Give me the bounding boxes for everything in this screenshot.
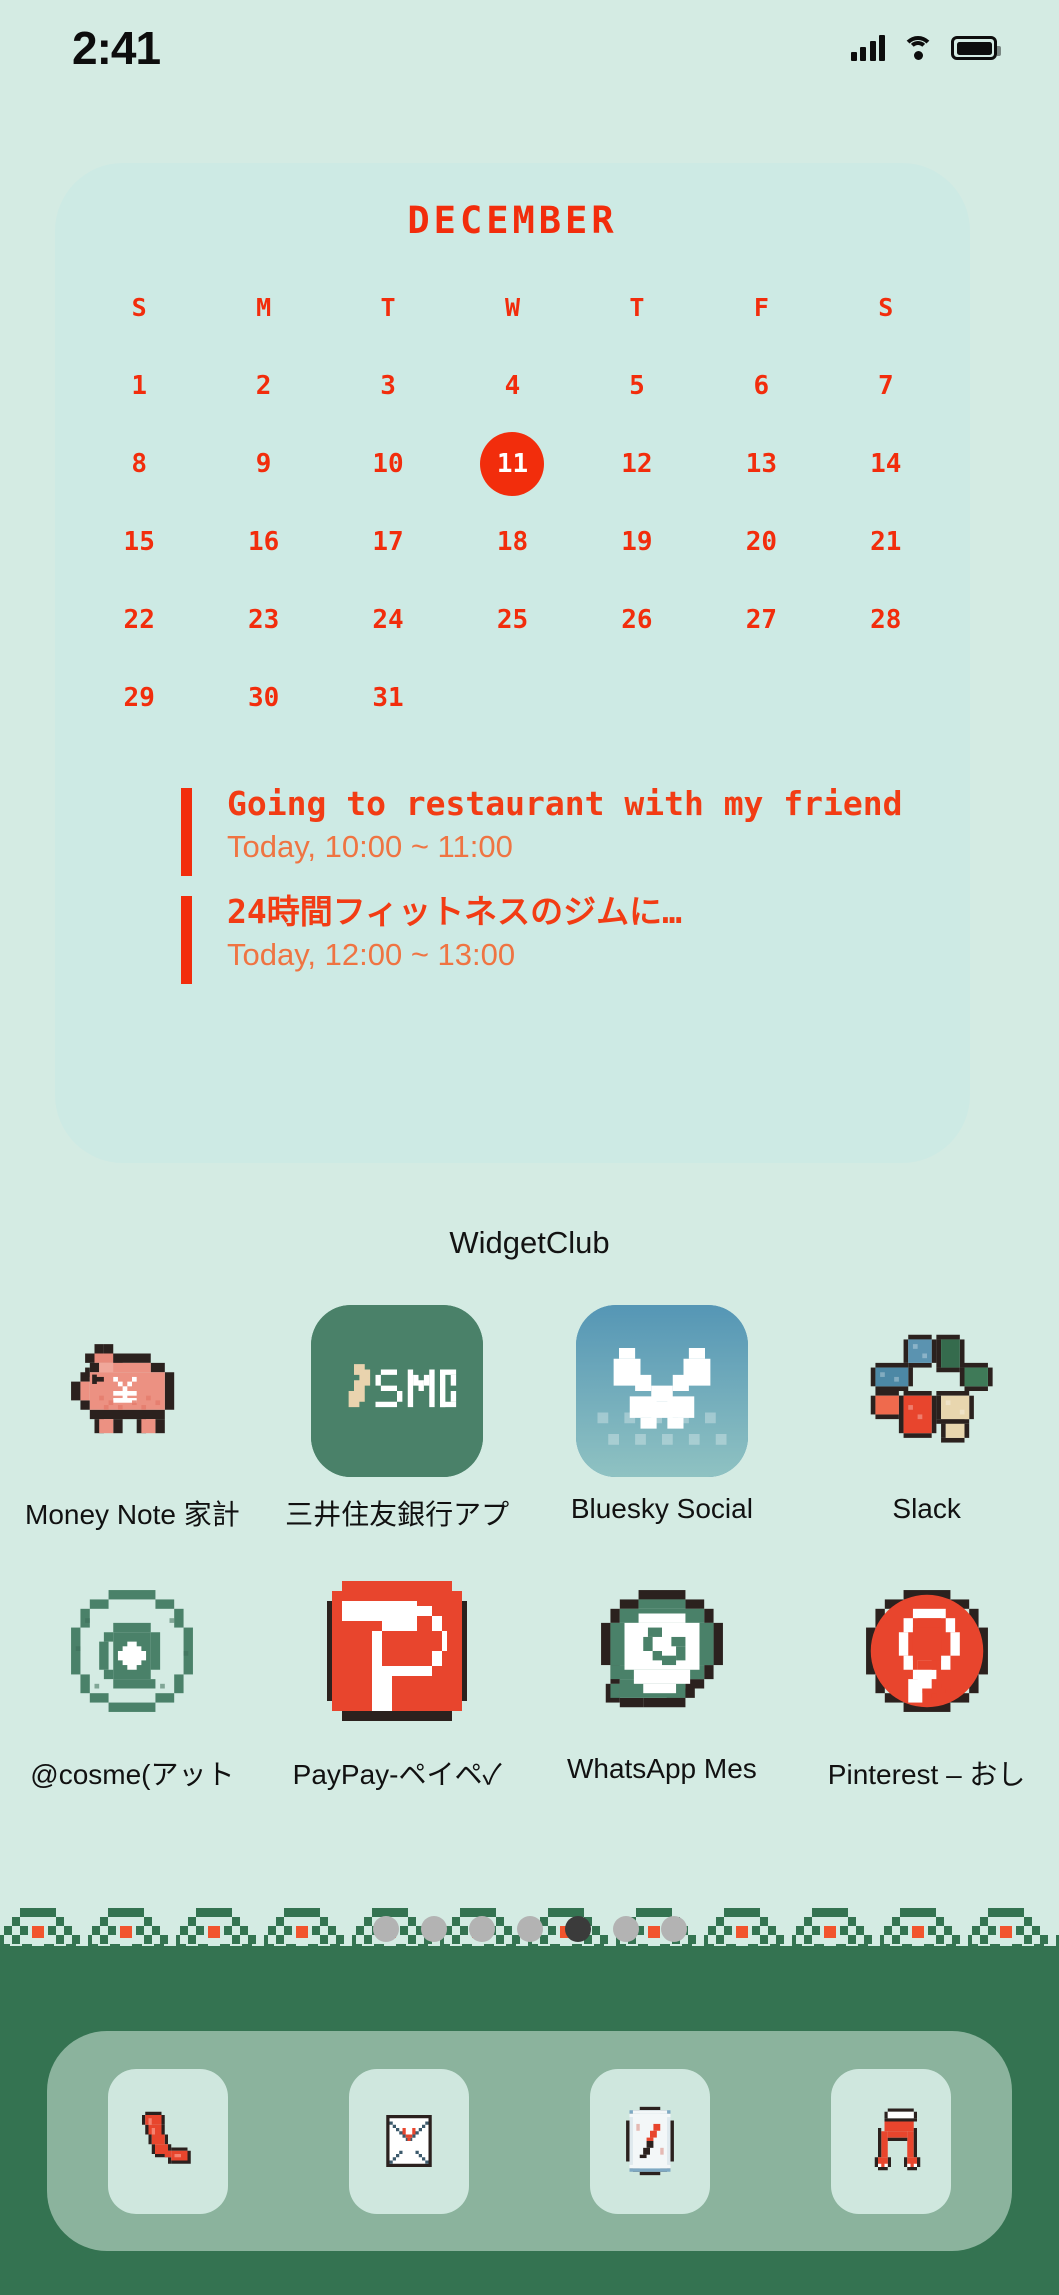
app-label: Slack — [892, 1493, 961, 1524]
calendar-day-header: T — [629, 293, 645, 322]
app-label: 三井住友銀行アプ — [285, 1499, 510, 1530]
status-bar-indicators — [850, 35, 1001, 61]
app-icon-smbc[interactable]: 三井住友銀行アプ — [265, 1305, 530, 1533]
event-title: Going to restaurant with my friend — [227, 784, 903, 823]
slack-icon[interactable] — [841, 1305, 1013, 1477]
calendar-day-header: F — [753, 293, 769, 322]
calendar-day: 14 — [870, 449, 902, 479]
calendar-day: 7 — [877, 371, 894, 401]
calendar-day: 29 — [123, 683, 155, 713]
calendar-day-header: M — [256, 293, 272, 322]
dock-phone[interactable] — [107, 2068, 228, 2214]
calendar-day: 8 — [131, 449, 148, 479]
piggy-bank-icon[interactable] — [46, 1305, 218, 1477]
calendar-day: 10 — [372, 449, 404, 479]
page-dot[interactable] — [372, 1916, 399, 1942]
calendar-event: Going to restaurant with my friend Today,… — [181, 784, 970, 876]
calendar-day-header: S — [131, 293, 147, 322]
pinterest-icon[interactable] — [841, 1565, 1013, 1737]
calendar-day-today: 11 — [450, 432, 574, 496]
calendar-grid: S M T W T F S 1 2 3 4 5 6 7 8 9 10 11 12 13 14 15 16 17 18 19 20 21… — [55, 280, 970, 726]
status-bar-time: 2:41 — [72, 22, 161, 74]
calendar-day: 9 — [255, 449, 272, 479]
page-dot-active[interactable] — [564, 1916, 591, 1942]
event-list: Going to restaurant with my friend Today,… — [55, 784, 970, 984]
wifi-icon — [902, 36, 934, 60]
app-icon-bluesky-butterfly[interactable]: Bluesky Social — [530, 1305, 795, 1533]
calendar-day: 18 — [496, 527, 529, 557]
calendar-day: 16 — [247, 527, 280, 557]
calendar-day: 5 — [629, 371, 645, 401]
calendar-day: 13 — [745, 449, 777, 479]
calendar-day: 4 — [504, 371, 521, 401]
dock — [47, 2031, 1012, 2251]
status-bar: 2:41 — [0, 0, 1059, 96]
event-accent-bar — [181, 788, 192, 876]
page-dot[interactable] — [468, 1916, 495, 1942]
app-grid: Money Note 家計 三井住友銀行アプ Bluesky Social Sl… — [0, 1305, 1059, 1793]
app-label: Bluesky Social — [570, 1493, 753, 1524]
app-label: PayPay-ペイペ✓ — [292, 1759, 502, 1790]
cellular-signal-icon — [850, 35, 885, 61]
event-accent-bar — [181, 895, 192, 984]
page-indicator-dots[interactable] — [0, 1916, 1059, 1942]
calendar-day: 21 — [870, 527, 902, 557]
app-icon-cosme[interactable]: @cosme(アット — [0, 1565, 265, 1793]
dock-safari-compass[interactable] — [590, 2068, 711, 2214]
calendar-day: 6 — [753, 371, 770, 401]
cosme-icon[interactable] — [46, 1565, 218, 1737]
calendar-day-header: T — [380, 293, 396, 322]
app-icon-piggy-bank[interactable]: Money Note 家計 — [0, 1305, 265, 1533]
calendar-day: 12 — [621, 449, 653, 479]
calendar-day: 25 — [496, 605, 529, 635]
page-dot[interactable] — [516, 1916, 543, 1942]
calendar-day: 28 — [870, 605, 902, 635]
calendar-day: 23 — [247, 605, 280, 635]
app-label: @cosme(アット — [30, 1759, 235, 1790]
paypay-icon[interactable] — [311, 1565, 483, 1737]
app-icon-whatsapp[interactable]: WhatsApp Mes — [530, 1565, 795, 1793]
calendar-day: 30 — [247, 683, 280, 713]
calendar-day: 1 — [131, 371, 148, 401]
app-icon-slack[interactable]: Slack — [794, 1305, 1059, 1533]
calendar-month-title: DECEMBER — [407, 199, 618, 242]
widget-label: WidgetClub — [449, 1225, 610, 1260]
calendar-day: 2 — [255, 371, 272, 401]
calendar-event: 24時間フィットネスのジムに… Today, 12:00 ~ 13:00 — [181, 891, 970, 984]
battery-full-icon — [951, 36, 1001, 60]
calendar-day: 19 — [621, 527, 653, 557]
app-label: Pinterest – おし — [827, 1759, 1026, 1790]
calendar-day: 3 — [380, 371, 396, 401]
bluesky-butterfly-icon[interactable] — [575, 1305, 748, 1477]
calendar-day-header: W — [504, 293, 521, 322]
calendar-day: 22 — [123, 605, 155, 635]
calendar-day: 17 — [372, 527, 404, 557]
app-label: Money Note 家計 — [25, 1499, 240, 1530]
calendar-today-marker: 11 — [480, 432, 545, 496]
event-title: 24時間フィットネスのジムに… — [227, 891, 682, 931]
whatsapp-icon[interactable] — [576, 1565, 748, 1737]
calendar-day: 26 — [621, 605, 653, 635]
calendar-widget[interactable]: DECEMBER S M T W T F S 1 2 3 4 5 6 7 8 9 10 11 12 13 14 15 16 1… — [55, 163, 970, 1163]
calendar-day: 20 — [745, 527, 777, 557]
smbc-icon[interactable] — [311, 1305, 484, 1477]
dock-mail[interactable] — [348, 2068, 469, 2214]
event-time: Today, 12:00 ~ 13:00 — [227, 936, 516, 972]
app-label: WhatsApp Mes — [566, 1753, 757, 1784]
page-dot[interactable] — [612, 1916, 639, 1942]
calendar-day-header: S — [878, 293, 894, 322]
calendar-day: 24 — [372, 605, 404, 635]
calendar-day: 15 — [123, 527, 155, 557]
calendar-day: 31 — [372, 683, 404, 713]
event-time: Today, 10:00 ~ 11:00 — [227, 829, 513, 865]
calendar-day: 27 — [745, 605, 777, 635]
app-icon-pinterest[interactable]: Pinterest – おし — [794, 1565, 1059, 1793]
page-dot[interactable] — [660, 1916, 687, 1942]
app-icon-paypay[interactable]: PayPay-ペイペ✓ — [265, 1565, 530, 1793]
dock-music-note[interactable] — [831, 2068, 952, 2214]
page-dot[interactable] — [420, 1916, 447, 1942]
